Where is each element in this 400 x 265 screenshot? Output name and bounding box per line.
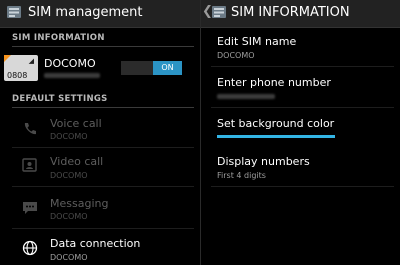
- sim-information-pane: ❮ SIM INFORMATION Edit SIM name DOCOMO E…: [201, 0, 400, 265]
- item-subtitle: DOCOMO: [217, 51, 255, 60]
- item-divider: [12, 186, 194, 187]
- sim-management-pane: SIM management SIM INFORMATION ◢ 0808 DO…: [0, 0, 200, 265]
- action-bar: SIM management: [0, 0, 200, 28]
- sim-toggle-switch[interactable]: ON: [121, 61, 182, 75]
- item-subtitle: First 4 digits: [217, 171, 266, 180]
- toggle-on-label: ON: [153, 61, 182, 75]
- section-divider: [12, 46, 194, 47]
- page-title: SIM INFORMATION: [231, 5, 350, 20]
- item-title: Video call: [50, 155, 104, 168]
- page-title: SIM management: [28, 5, 143, 20]
- item-subtitle: DOCOMO: [50, 253, 88, 262]
- sim-name: DOCOMO: [44, 57, 96, 70]
- item-divider: [211, 186, 394, 187]
- sim-settings-app-icon[interactable]: [211, 5, 227, 19]
- section-divider: [12, 107, 194, 108]
- item-divider: [211, 66, 394, 67]
- phone-number-redacted: [217, 94, 275, 99]
- sim-phone-number-redacted: [44, 73, 100, 78]
- phone-icon: [24, 123, 36, 135]
- sim-color-corner: [4, 55, 11, 62]
- item-title: Set background color: [217, 117, 335, 130]
- item-title: Edit SIM name: [217, 35, 297, 48]
- item-title: Voice call: [50, 117, 102, 130]
- item-divider: [12, 147, 194, 148]
- sim-settings-app-icon[interactable]: [6, 5, 22, 19]
- item-title: Enter phone number: [217, 76, 331, 89]
- video-call-icon: [22, 158, 37, 172]
- item-title: Data connection: [50, 237, 141, 250]
- globe-icon: [22, 240, 38, 256]
- signal-icon: ◢: [28, 57, 34, 65]
- section-header-sim-information: SIM INFORMATION: [12, 33, 105, 43]
- item-subtitle: DOCOMO: [50, 212, 88, 221]
- item-divider: [211, 107, 394, 108]
- item-subtitle: DOCOMO: [50, 132, 88, 141]
- item-divider: [12, 228, 194, 229]
- sim-number-label: 0808: [7, 71, 28, 80]
- item-title: Display numbers: [217, 155, 310, 168]
- sim-card-icon: ◢ 0808: [4, 55, 38, 81]
- item-subtitle: DOCOMO: [50, 171, 88, 180]
- action-bar: ❮ SIM INFORMATION: [201, 0, 400, 28]
- message-icon: [23, 202, 37, 214]
- section-header-default-settings: DEFAULT SETTINGS: [12, 94, 108, 104]
- item-title: Messaging: [50, 197, 109, 210]
- background-color-indicator-bar: [217, 135, 335, 138]
